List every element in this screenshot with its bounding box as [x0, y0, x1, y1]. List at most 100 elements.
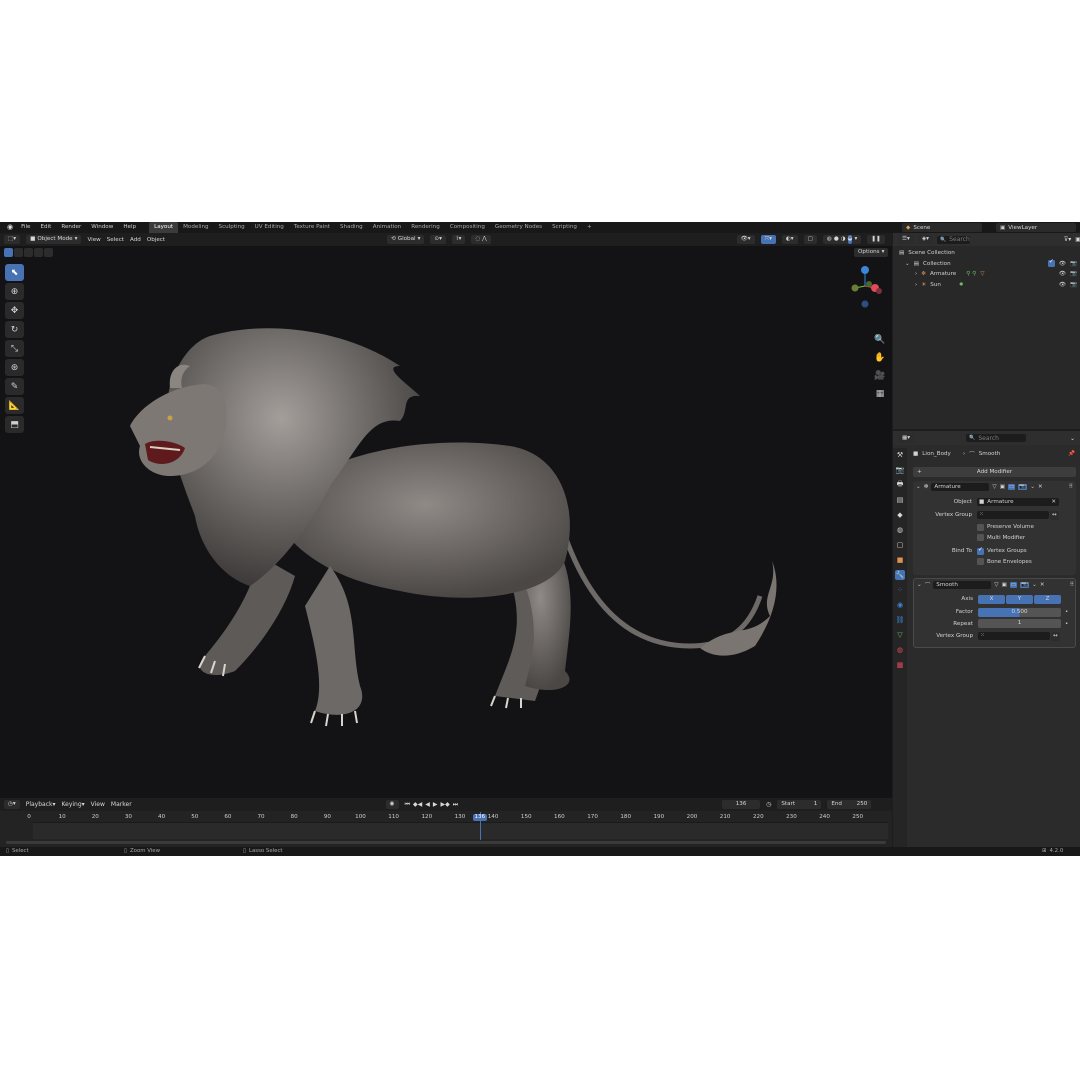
options-button[interactable]: Options ▾: [854, 248, 889, 257]
outliner-search-input[interactable]: 🔍 Search: [936, 235, 970, 244]
cage-toggle-icon[interactable]: ▣: [1002, 582, 1007, 588]
outliner-item-armature[interactable]: › ✻ Armature ⚲ ⚲ ▽ 👁 📷: [915, 269, 1077, 280]
delete-modifier-icon[interactable]: ✕: [1038, 484, 1043, 490]
menu-view[interactable]: View: [87, 237, 100, 243]
rendered-icon[interactable]: ◒: [847, 235, 853, 244]
render-toggle-icon[interactable]: 📷: [1020, 582, 1030, 589]
frame-ruler[interactable]: 0 10 20 30 40 50 60 70 80 90 100 110 120 130 140 150 160…: [0, 812, 892, 822]
menu-timeline-view[interactable]: View: [91, 801, 105, 808]
chevron-down-icon[interactable]: ⌄: [1070, 435, 1080, 442]
select-subtract-icon[interactable]: [24, 248, 33, 257]
collapse-arrow-icon[interactable]: ⌄: [917, 582, 922, 588]
edit-mode-toggle-icon[interactable]: ▽: [992, 484, 996, 490]
realtime-toggle-icon[interactable]: ▭: [1009, 582, 1018, 589]
prev-keyframe-icon[interactable]: ◆◀: [413, 801, 422, 809]
clear-icon[interactable]: ✕: [1051, 499, 1059, 505]
new-collection-icon[interactable]: ▣: [1075, 236, 1080, 243]
scale-icon[interactable]: ⤡: [5, 340, 24, 357]
tab-texture-paint[interactable]: Texture Paint: [289, 222, 335, 233]
cage-toggle-icon[interactable]: ▣: [1000, 484, 1005, 490]
collection-tab-icon[interactable]: ▢: [895, 540, 905, 550]
menu-marker[interactable]: Marker: [111, 801, 132, 808]
cursor-icon[interactable]: ⊕: [5, 283, 24, 300]
camera-icon[interactable]: 📷: [1070, 282, 1077, 288]
pivot-point-button[interactable]: ⊙▾: [430, 235, 446, 244]
dropdown-icon[interactable]: ⌄: [1032, 582, 1037, 588]
keyframe-track[interactable]: [33, 822, 888, 839]
tab-compositing[interactable]: Compositing: [445, 222, 490, 233]
play-icon[interactable]: ▶: [433, 801, 438, 809]
transform-icon[interactable]: ⊛: [5, 359, 24, 376]
play-reverse-icon[interactable]: ◀: [425, 801, 430, 809]
view-layer-tab-icon[interactable]: ▤: [895, 495, 905, 505]
tab-shading[interactable]: Shading: [335, 222, 368, 233]
drag-handle-icon[interactable]: ⠿: [1069, 484, 1073, 490]
3d-viewport[interactable]: Options ▾ ⬉ ⊕ ✥ ↻ ⤡ ⊛ ✎ 📐 ⬒ 🔍 ✋ 🎥 ▦: [0, 246, 892, 798]
add-workspace-button[interactable]: +: [582, 222, 597, 233]
annotate-icon[interactable]: ✎: [5, 378, 24, 395]
realtime-toggle-icon[interactable]: ▭: [1007, 484, 1016, 491]
armature-vertex-group-field[interactable]: ⁙: [977, 511, 1049, 520]
keyframe-dot-icon[interactable]: •: [1065, 609, 1068, 615]
zoom-icon[interactable]: 🔍: [872, 332, 888, 348]
delete-modifier-icon[interactable]: ✕: [1040, 582, 1045, 588]
pan-hand-icon[interactable]: ✋: [872, 350, 888, 366]
timeline-scrollbar[interactable]: [6, 841, 886, 844]
measure-icon[interactable]: 📐: [5, 397, 24, 414]
transform-orientation[interactable]: ⟲ Global ▾: [387, 235, 425, 244]
menu-window[interactable]: Window: [86, 222, 118, 233]
menu-object[interactable]: Object: [147, 237, 165, 243]
select-new-icon[interactable]: [4, 248, 13, 257]
overlay-toggle[interactable]: ◐▾: [781, 235, 798, 244]
armature-object-field[interactable]: ■ Armature ✕: [977, 498, 1059, 507]
add-cube-icon[interactable]: ⬒: [5, 416, 24, 433]
camera-icon[interactable]: 📷: [1070, 271, 1077, 277]
properties-search-input[interactable]: 🔍 Search: [966, 434, 1027, 442]
playhead-frame-badge[interactable]: 136: [472, 814, 487, 821]
wireframe-icon[interactable]: ◍: [827, 235, 832, 244]
output-tab-icon[interactable]: 🖶: [895, 480, 905, 490]
select-intersect-icon[interactable]: [44, 248, 53, 257]
display-mode-button[interactable]: ◈▾: [917, 235, 933, 244]
menu-render[interactable]: Render: [56, 222, 86, 233]
jump-start-icon[interactable]: ⏮: [405, 801, 410, 809]
world-tab-icon[interactable]: ◍: [895, 525, 905, 535]
proportional-edit-button[interactable]: ◌ ⋀: [471, 235, 491, 244]
bone-envelopes-row[interactable]: Bone Envelopes: [977, 557, 1032, 568]
end-frame-field[interactable]: End 250: [827, 800, 872, 809]
scene-collection-row[interactable]: ▤ Scene Collection: [899, 248, 955, 259]
solid-icon[interactable]: ●: [834, 235, 839, 244]
vertex-groups-checkbox[interactable]: [977, 546, 984, 555]
auto-keying-button[interactable]: ◉: [385, 800, 399, 809]
preview-range-icon[interactable]: ◷: [766, 801, 771, 808]
smooth-modifier-name[interactable]: Smooth: [933, 581, 992, 590]
gizmo-toggle[interactable]: ⤧▾: [760, 235, 776, 244]
data-tab-icon[interactable]: ▽: [895, 630, 905, 640]
move-icon[interactable]: ✥: [5, 302, 24, 319]
render-toggle-icon[interactable]: 📷: [1018, 484, 1028, 491]
collapse-arrow-icon[interactable]: ⌄: [916, 484, 921, 490]
multi-modifier-row[interactable]: Multi Modifier: [977, 533, 1025, 544]
outliner-editor-type-button[interactable]: ☰▾: [898, 235, 914, 244]
blender-logo-icon[interactable]: ◉: [4, 222, 16, 233]
multi-modifier-checkbox[interactable]: [977, 534, 984, 542]
expand-arrow-icon[interactable]: ›: [915, 282, 917, 288]
pin-icon[interactable]: 📌: [1068, 451, 1075, 457]
camera-view-icon[interactable]: 🎥: [872, 368, 888, 384]
view-layer-selector[interactable]: ▣ ViewLayer: [996, 223, 1076, 232]
render-tab-icon[interactable]: 📷: [895, 465, 905, 475]
invert-vgroup-button[interactable]: ↔: [1050, 510, 1059, 520]
collection-row[interactable]: ⌄▤Collection 👁 📷: [905, 258, 1077, 270]
edit-mode-toggle-icon[interactable]: ▽: [994, 582, 998, 588]
object-tab-icon[interactable]: ■: [895, 555, 905, 565]
tab-sculpting[interactable]: Sculpting: [214, 222, 250, 233]
eye-icon[interactable]: 👁: [1059, 261, 1066, 267]
smooth-vertex-group-field[interactable]: ⁙: [978, 632, 1050, 641]
repeat-field[interactable]: 1: [978, 619, 1061, 629]
current-frame-field[interactable]: 136: [722, 800, 761, 809]
rotate-icon[interactable]: ↻: [5, 321, 24, 338]
pause-render-button[interactable]: ❚❚: [867, 235, 885, 244]
menu-playback[interactable]: Playback▾: [26, 801, 56, 808]
properties-editor-type-button[interactable]: ▦▾: [898, 433, 915, 443]
constraints-tab-icon[interactable]: ⛓: [895, 615, 905, 625]
